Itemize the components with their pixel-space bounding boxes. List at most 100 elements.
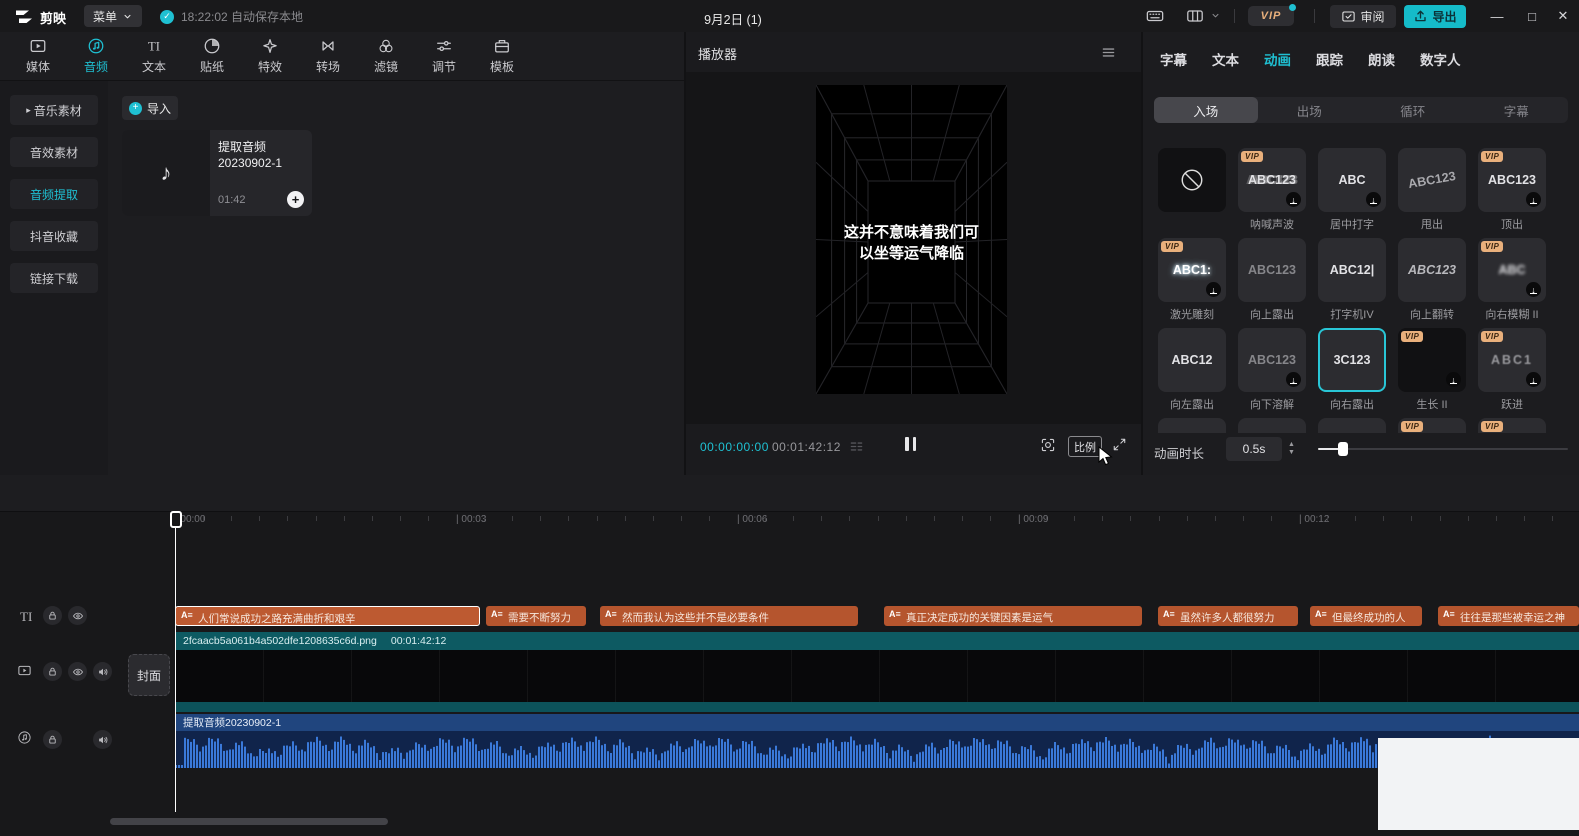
duration-stepper[interactable]: ▲ ▼ (1288, 437, 1295, 461)
animation-preset-生长 II[interactable]: VIP ↓ (1398, 328, 1466, 392)
cover-button[interactable]: 封面 (128, 654, 170, 696)
render-queue-icon[interactable] (848, 438, 865, 455)
sidebar-item-2[interactable]: 音效素材 (10, 137, 98, 167)
sidebar-item-5[interactable]: 链接下载 (10, 263, 98, 293)
export-button[interactable]: 导出 (1404, 5, 1466, 28)
properties-tab-文本[interactable]: 文本 (1212, 49, 1239, 69)
text-segment-3[interactable]: A≡ 然而我认为这些并不是必要条件 (600, 606, 858, 626)
animation-preset-tile-18[interactable] (1318, 418, 1386, 433)
timeline-horizontal-scrollbar[interactable] (110, 818, 388, 825)
audio-track-lock-icon[interactable] (43, 730, 62, 749)
preset-label: 向左露出 (1170, 399, 1214, 411)
fullscreen-icon[interactable] (1112, 437, 1127, 452)
preview-quality-icon[interactable] (1040, 437, 1056, 453)
ruler-tick (961, 516, 963, 521)
properties-tab-数字人[interactable]: 数字人 (1420, 49, 1461, 69)
animation-preset-打字机IV[interactable]: ABC12| (1318, 238, 1386, 302)
text-segment-7[interactable]: A≡ 往往是那些被幸运之神 (1438, 606, 1579, 626)
download-icon: ↓ (1286, 372, 1301, 387)
media-tab-media[interactable]: 媒体 (9, 32, 67, 80)
timeline-ruler[interactable]: | 00:00 | 00:03 | 00:06 | 00:09 | 00:12 (0, 511, 1579, 530)
media-tab-transition[interactable]: 转场 (299, 32, 357, 80)
properties-tab-朗读[interactable]: 朗读 (1368, 49, 1395, 69)
media-tab-effects[interactable]: 特效 (241, 32, 299, 80)
animation-preset-激光雕刻[interactable]: VIP ABC1: ↓ (1158, 238, 1226, 302)
animation-preset-呐喊声波[interactable]: VIP ABC123 ↓ (1238, 148, 1306, 212)
audio-track-mute-icon[interactable] (93, 730, 112, 749)
animation-subtab-出场[interactable]: 出场 (1258, 97, 1362, 123)
ruler-tick (989, 516, 991, 521)
sidebar-item-3[interactable]: 音频提取 (10, 179, 98, 209)
animation-preset-tile-1[interactable] (1158, 148, 1226, 212)
animation-preset-向右露出[interactable]: 3C123 (1318, 328, 1386, 392)
ruler-tick (680, 516, 682, 521)
text-segment-6[interactable]: A≡ 但最终成功的人 (1310, 606, 1422, 626)
animation-preset-tile-19[interactable]: VIP (1398, 418, 1466, 433)
import-button[interactable]: + 导入 (122, 96, 178, 120)
animation-duration-value[interactable]: 0.5s (1226, 437, 1282, 461)
pause-button[interactable] (905, 437, 919, 451)
playhead-handle[interactable] (170, 511, 182, 528)
video-track-visibility-icon[interactable] (68, 662, 87, 681)
preset-preview-text: ABC123 (1408, 263, 1456, 277)
menu-button[interactable]: 菜单 (84, 5, 142, 27)
text-segment-4[interactable]: A≡ 真正决定成功的关键因素是运气 (884, 606, 1142, 626)
review-button[interactable]: 审阅 (1330, 5, 1396, 28)
preset-label: 居中打字 (1330, 219, 1374, 231)
animation-preset-向上露出[interactable]: ABC123 (1238, 238, 1306, 302)
duration-slider-track[interactable] (1318, 448, 1568, 450)
window-maximize-button[interactable]: □ (1520, 4, 1544, 28)
filter-icon (377, 37, 395, 55)
animation-subtab-循环[interactable]: 循环 (1361, 97, 1465, 123)
sidebar-item-1[interactable]: ▸ 音乐素材 (10, 95, 98, 125)
video-track-mute-icon[interactable] (93, 662, 112, 681)
animation-subtab-入场[interactable]: 入场 (1154, 97, 1258, 123)
text-segment-5[interactable]: A≡ 虽然许多人都很努力 (1158, 606, 1298, 626)
animation-preset-tile-20[interactable]: VIP (1478, 418, 1546, 433)
sidebar-item-4[interactable]: 抖音收藏 (10, 221, 98, 251)
add-to-timeline-button[interactable]: + (287, 191, 304, 208)
video-track-lock-icon[interactable] (43, 662, 62, 681)
animation-preset-向右模糊 II[interactable]: VIP ABC ↓ (1478, 238, 1546, 302)
media-tab-template[interactable]: 模板 (473, 32, 531, 80)
animation-preset-向上翻转[interactable]: ABC123 (1398, 238, 1466, 302)
animation-preset-居中打字[interactable]: ABC ↓ (1318, 148, 1386, 212)
aspect-ratio-button[interactable]: 比例 (1068, 436, 1102, 457)
media-tab-sticker[interactable]: 贴纸 (183, 32, 241, 80)
layout-chevron-icon[interactable] (1210, 10, 1221, 21)
shortcut-keyboard-icon[interactable] (1146, 7, 1164, 25)
vip-badge[interactable]: VIP (1248, 4, 1296, 26)
app-logo-icon (14, 7, 34, 27)
window-minimize-button[interactable]: — (1485, 4, 1509, 28)
animation-preset-向下溶解[interactable]: ABC123 ↓ (1238, 328, 1306, 392)
properties-tab-跟踪[interactable]: 跟踪 (1316, 49, 1343, 69)
animation-subtab-字幕[interactable]: 字幕 (1465, 97, 1569, 123)
text-segment-1[interactable]: A≡ 人们常说成功之路充满曲折和艰辛 (175, 606, 480, 626)
audio-track[interactable]: 提取音频20230902-1 (175, 714, 1579, 768)
window-close-button[interactable]: ✕ (1551, 4, 1575, 28)
audio-asset-card[interactable]: ♪ 提取音频 20230902-1 01:42 + (122, 130, 312, 216)
animation-preset-tile-16[interactable] (1158, 418, 1226, 433)
text-track-lock-icon[interactable] (43, 606, 62, 625)
properties-tab-字幕[interactable]: 字幕 (1160, 49, 1187, 69)
animation-preset-跃进[interactable]: VIP ABC1 ↓ (1478, 328, 1546, 392)
media-tab-adjust[interactable]: 调节 (415, 32, 473, 80)
player-menu-icon[interactable] (1100, 44, 1117, 61)
animation-preset-向左露出[interactable]: ABC12 (1158, 328, 1226, 392)
layout-icon[interactable] (1186, 7, 1204, 25)
vip-tag: VIP (1241, 151, 1264, 162)
ruler-tick (259, 516, 261, 521)
duration-slider-handle[interactable] (1338, 442, 1348, 456)
animation-preset-tile-17[interactable] (1238, 418, 1306, 433)
vip-tag: VIP (1401, 421, 1424, 432)
properties-tab-动画[interactable]: 动画 (1264, 49, 1291, 69)
media-tab-filter[interactable]: 滤镜 (357, 32, 415, 80)
text-track-visibility-icon[interactable] (68, 606, 87, 625)
video-track[interactable]: 2fcaacb5a061b4a502dfe1208635c6d.png 00:0… (175, 632, 1579, 712)
animation-preset-甩出[interactable]: ABC123 (1398, 148, 1466, 212)
text-segment-2[interactable]: A≡ 需要不断努力 (486, 606, 586, 626)
media-tab-audio[interactable]: 音频 (67, 32, 125, 80)
vip-notification-dot (1289, 4, 1296, 11)
animation-preset-顶出[interactable]: VIP ABC123 ↓ (1478, 148, 1546, 212)
media-tab-text[interactable]: TI 文本 (125, 32, 183, 80)
